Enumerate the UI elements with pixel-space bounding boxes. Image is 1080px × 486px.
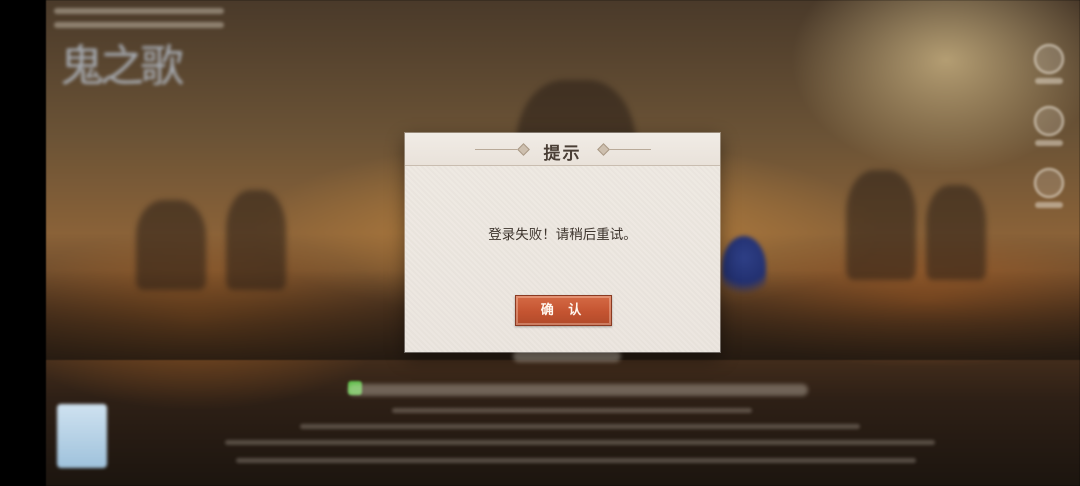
agreement-text-blurred <box>348 384 808 396</box>
dialog-title: 提示 <box>543 144 582 164</box>
side-button-announcement[interactable] <box>1032 44 1066 84</box>
mascot-figure <box>722 236 766 298</box>
side-button-label <box>1035 202 1063 208</box>
announcement-icon <box>1034 44 1064 74</box>
fine-print-blurred <box>236 458 916 463</box>
confirm-button[interactable]: 确 认 <box>515 295 612 326</box>
settings-icon <box>1034 168 1064 198</box>
version-info-blurred <box>54 8 224 14</box>
age-rating-badge <box>57 404 107 468</box>
fine-print-blurred <box>300 424 860 429</box>
dialog-message: 登录失败！请稍后重试。 <box>488 227 637 243</box>
account-icon <box>1034 106 1064 136</box>
fine-print-blurred <box>392 408 752 413</box>
side-button-account[interactable] <box>1032 106 1066 146</box>
alert-dialog: 提示 登录失败！请稍后重试。 确 认 <box>405 133 720 352</box>
version-info-blurred <box>54 22 224 28</box>
left-black-bar <box>0 0 46 486</box>
fine-print-blurred <box>225 440 935 445</box>
side-button-label <box>1035 78 1063 84</box>
side-button-settings[interactable] <box>1032 168 1066 208</box>
title-ornament-line <box>609 149 651 150</box>
background-figure <box>926 185 986 280</box>
game-logo: 鬼之歌 <box>60 41 184 92</box>
side-button-label <box>1035 140 1063 146</box>
background-figure <box>846 170 916 280</box>
dialog-header: 提示 <box>405 133 720 166</box>
